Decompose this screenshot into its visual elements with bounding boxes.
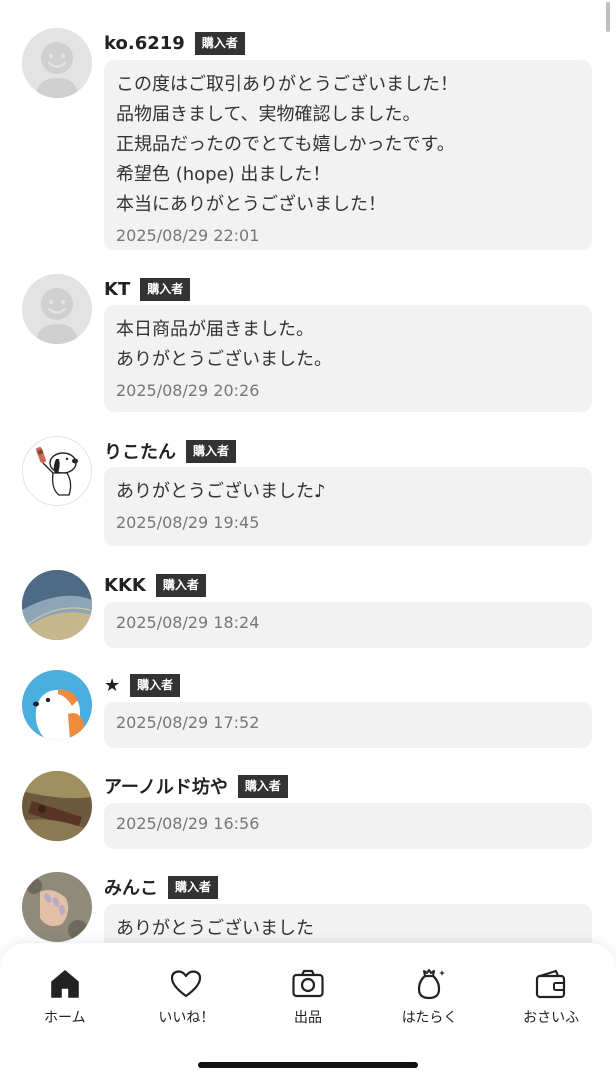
reviewer-name[interactable]: りこたん (104, 438, 176, 464)
reviewer-name[interactable]: ★ (104, 675, 120, 696)
wallet-icon (536, 969, 566, 999)
tab-label: ホーム (44, 1010, 86, 1026)
avatar[interactable] (22, 670, 92, 740)
tab-work[interactable]: はたらく (375, 967, 485, 1027)
buyer-badge: 購入者 (140, 277, 191, 301)
tab-label: 出品 (293, 1010, 322, 1026)
snoopy-photo (23, 437, 91, 505)
tab-likes[interactable]: いいね！ (131, 967, 241, 1027)
buyer-badge: 購入者 (237, 774, 288, 798)
avatar[interactable] (22, 570, 92, 640)
outdoor-photo (22, 771, 92, 841)
avatar[interactable] (22, 436, 92, 506)
tab-home[interactable]: ホーム (10, 967, 120, 1027)
review-timestamp: 2025/08/29 18:24 (116, 613, 260, 632)
review-timestamp: 2025/08/29 19:45 (116, 513, 260, 532)
review-comment: ありがとうございました (116, 918, 314, 939)
buyer-badge: 購入者 (130, 673, 181, 697)
review-comment: この度はご取引ありがとうございました！ 品物届きまして、実物確認しました。 正規… (116, 74, 458, 215)
review-screen: ko.6219 購入者 この度はご取引ありがとうございました！ 品物届きまして、… (0, 0, 616, 1080)
scroll-indicator[interactable] (606, 2, 610, 32)
review-item: りこたん 購入者 ありがとうございました♪ 2025/08/29 19:45 (22, 436, 592, 546)
tab-wallet[interactable]: おさいふ (496, 967, 606, 1027)
default-person-icon (22, 28, 92, 98)
review-item: KKK 購入者 2025/08/29 18:24 (22, 570, 592, 648)
review-timestamp: 2025/08/29 16:56 (116, 814, 260, 833)
review-timestamp: 2025/08/29 17:52 (116, 713, 260, 732)
bottom-tab-bar: ホーム いいね！ 出品 はたらく おさいふ (0, 943, 616, 1080)
nails-photo (22, 872, 92, 942)
avatar[interactable] (22, 274, 92, 344)
review-bubble: 本日商品が届きました。 ありがとうございました。 2025/08/29 20:2… (104, 305, 592, 412)
avatar[interactable] (22, 872, 92, 942)
review-bubble: 2025/08/29 16:56 (104, 803, 592, 849)
review-comment: ありがとうございました♪ (116, 481, 326, 502)
review-item: ko.6219 購入者 この度はご取引ありがとうございました！ 品物届きまして、… (22, 28, 592, 250)
tab-label: いいね！ (158, 1010, 215, 1026)
tab-label: おさいふ (523, 1010, 580, 1026)
avatar[interactable] (22, 771, 92, 841)
reviewer-name[interactable]: KKK (104, 575, 146, 596)
reviewer-name[interactable]: ko.6219 (104, 33, 185, 54)
home-indicator[interactable] (198, 1062, 418, 1068)
buyer-badge: 購入者 (194, 31, 245, 55)
camera-icon (292, 969, 324, 998)
home-icon (50, 970, 79, 998)
buyer-badge: 購入者 (155, 573, 206, 597)
review-bubble: この度はご取引ありがとうございました！ 品物届きまして、実物確認しました。 正規… (104, 60, 592, 250)
denim-photo (22, 570, 92, 640)
review-comment: 本日商品が届きました。 ありがとうございました。 (116, 319, 332, 370)
buyer-badge: 購入者 (186, 439, 237, 463)
review-bubble: 2025/08/29 18:24 (104, 602, 592, 648)
dog-illustration (22, 670, 92, 740)
avatar[interactable] (22, 28, 92, 98)
review-bubble: ありがとうございました♪ 2025/08/29 19:45 (104, 467, 592, 546)
review-bubble: 2025/08/29 17:52 (104, 702, 592, 748)
review-item: KT 購入者 本日商品が届きました。 ありがとうございました。 2025/08/… (22, 274, 592, 412)
reviewer-name[interactable]: KT (104, 279, 130, 300)
review-item: アーノルド坊や 購入者 2025/08/29 16:56 (22, 771, 592, 849)
heart-icon (171, 970, 202, 998)
tab-label: はたらく (401, 1010, 458, 1026)
money-bag-icon (417, 969, 445, 1000)
review-timestamp: 2025/08/29 22:01 (116, 226, 260, 245)
reviewer-name[interactable]: みんこ (104, 874, 158, 900)
review-timestamp: 2025/08/29 20:26 (116, 381, 260, 400)
buyer-badge: 購入者 (168, 875, 219, 899)
reviewer-name[interactable]: アーノルド坊や (104, 773, 228, 799)
tab-sell[interactable]: 出品 (253, 967, 363, 1027)
review-item: ★ 購入者 2025/08/29 17:52 (22, 670, 592, 748)
default-person-icon (22, 274, 92, 344)
